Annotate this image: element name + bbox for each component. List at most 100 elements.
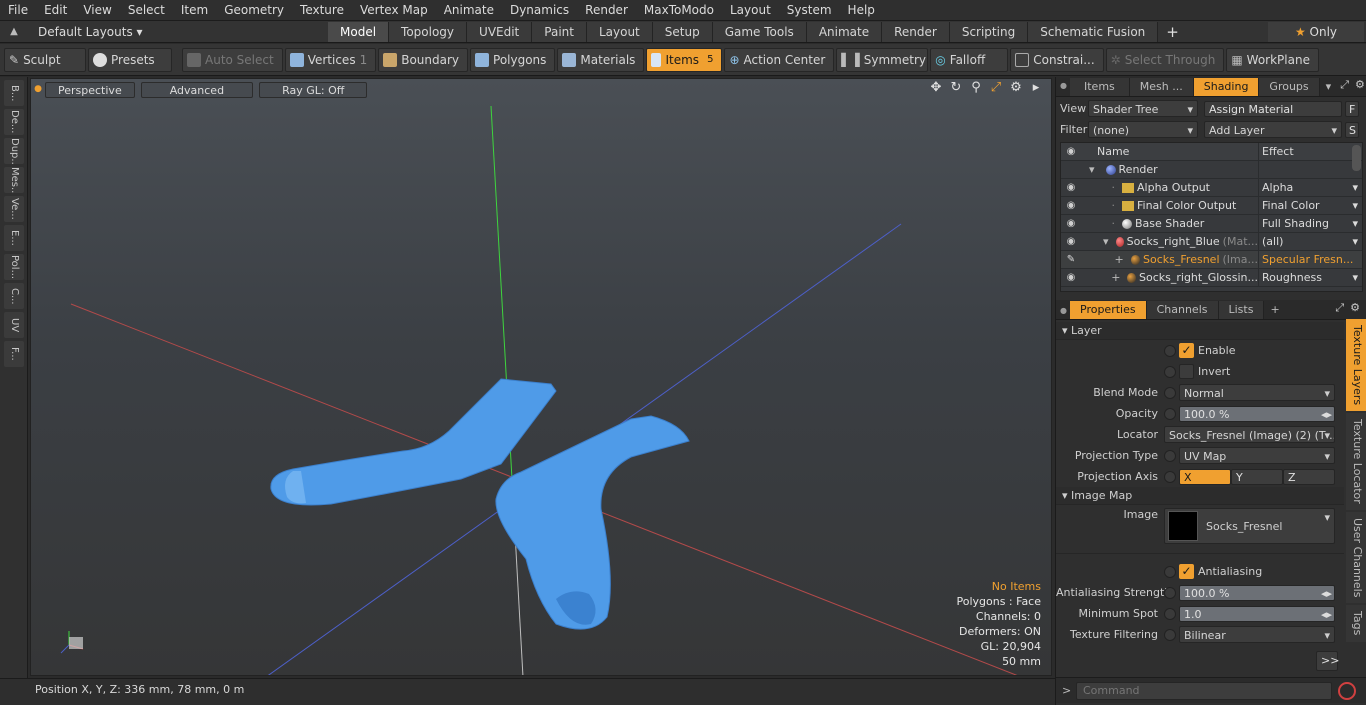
eye-icon[interactable]: ◉: [1061, 200, 1081, 211]
tab-lists[interactable]: Lists: [1218, 301, 1265, 319]
add-tab-icon[interactable]: +: [1264, 301, 1285, 319]
menu-item[interactable]: Item: [173, 0, 216, 21]
tab-topology[interactable]: Topology: [389, 21, 468, 42]
image-picker[interactable]: Socks_Fresnel ▾: [1164, 508, 1335, 544]
menu-dynamics[interactable]: Dynamics: [502, 0, 577, 21]
eye-icon[interactable]: ◉: [1061, 182, 1081, 193]
left-tab-polygon[interactable]: Pol...: [4, 254, 24, 280]
pan-icon[interactable]: ✥: [929, 81, 943, 95]
menu-render[interactable]: Render: [577, 0, 636, 21]
items-button[interactable]: Items 5: [646, 47, 723, 72]
invert-checkbox[interactable]: [1179, 364, 1194, 379]
name-column-header[interactable]: Name: [1081, 142, 1259, 161]
left-tab-fusion[interactable]: F...: [4, 341, 24, 367]
menu-texture[interactable]: Texture: [292, 0, 352, 21]
menu-select[interactable]: Select: [120, 0, 173, 21]
advanced-dropdown[interactable]: Advanced: [140, 82, 254, 98]
antialiasing-checkbox[interactable]: ✓: [1179, 564, 1194, 579]
menu-help[interactable]: Help: [840, 0, 883, 21]
eye-icon[interactable]: ◉: [1061, 218, 1081, 229]
left-tab-vertex[interactable]: Ve...: [4, 196, 24, 222]
tree-row-alpha-output[interactable]: ◉ · Alpha Output Alpha ▾: [1061, 178, 1362, 197]
paint-brush-icon[interactable]: ✎: [1061, 254, 1081, 265]
vertices-button[interactable]: Vertices 1: [284, 47, 377, 72]
locator-dropdown[interactable]: Socks_Fresnel (Image) (2) (T ...: [1164, 426, 1335, 443]
tree-row-material[interactable]: ◉ ▾ Socks_right_Blue (Mat... (all) ▾: [1061, 232, 1362, 251]
projection-axis-channel-dot[interactable]: [1164, 470, 1176, 483]
play-arrow-icon[interactable]: ▸: [1029, 81, 1043, 95]
tab-render[interactable]: Render: [882, 21, 950, 42]
menu-maxtomodo[interactable]: MaxToModo: [636, 0, 722, 21]
plus-icon[interactable]: +: [1081, 271, 1120, 284]
s-button[interactable]: S: [1345, 121, 1359, 138]
tab-texture-locator[interactable]: Texture Locator: [1346, 413, 1366, 510]
minimum-spot-channel-dot[interactable]: [1164, 607, 1176, 620]
record-icon[interactable]: [1338, 681, 1356, 700]
viewport-menu-icon[interactable]: ●: [31, 84, 45, 94]
tab-texture-layers[interactable]: Texture Layers: [1346, 319, 1366, 412]
aa-strength-channel-dot[interactable]: [1164, 586, 1176, 599]
tab-items[interactable]: Items: [1070, 78, 1130, 96]
panel-gear-icon[interactable]: ⚙: [1347, 301, 1366, 319]
eye-icon[interactable]: ◉: [1061, 272, 1081, 283]
tab-uvedit[interactable]: UVEdit: [467, 21, 533, 42]
menu-vertex-map[interactable]: Vertex Map: [352, 0, 436, 21]
left-tab-duplicate[interactable]: Dup...: [4, 138, 24, 164]
expand-panel-icon[interactable]: ⤢: [1332, 301, 1347, 319]
only-toggle[interactable]: ★ Only: [1268, 21, 1364, 42]
menu-edit[interactable]: Edit: [36, 0, 75, 21]
view-dropdown[interactable]: Shader Tree: [1088, 100, 1198, 117]
polygons-button[interactable]: Polygons: [470, 47, 556, 72]
panel-grip-icon[interactable]: ●: [1060, 81, 1067, 90]
auto-select-button[interactable]: Auto Select: [182, 47, 283, 72]
tab-setup[interactable]: Setup: [652, 21, 713, 42]
blend-mode-channel-dot[interactable]: [1164, 386, 1176, 399]
sock-right-mesh[interactable]: [495, 415, 690, 630]
tab-game-tools[interactable]: Game Tools: [712, 21, 807, 42]
opacity-field[interactable]: 100.0 % ◂▸: [1179, 405, 1335, 422]
maximize-icon[interactable]: ⤢: [989, 81, 1003, 95]
tab-scripting[interactable]: Scripting: [949, 21, 1029, 42]
expand-panel-icon[interactable]: ⤢: [1337, 78, 1352, 96]
boundary-button[interactable]: Boundary: [378, 47, 469, 72]
left-tab-edge[interactable]: E...: [4, 225, 24, 251]
materials-button[interactable]: Materials: [557, 47, 645, 72]
menu-view[interactable]: View: [75, 0, 119, 21]
expand-arrow-icon[interactable]: ▾: [1081, 235, 1109, 248]
assign-material-button[interactable]: Assign Material: [1204, 100, 1342, 117]
tab-groups[interactable]: Groups: [1259, 78, 1320, 96]
sculpt-button[interactable]: ✎ Sculpt: [4, 47, 86, 72]
panel-grip-icon[interactable]: ●: [1060, 306, 1067, 315]
minimum-spot-field[interactable]: 1.0 ◂▸: [1179, 605, 1335, 623]
glossiness-effect-dropdown[interactable]: Roughness ▾: [1259, 269, 1362, 287]
symmetry-button[interactable]: ▌▐ Symmetry: [836, 47, 929, 72]
tab-layout[interactable]: Layout: [586, 21, 653, 42]
tabs-dropdown-icon[interactable]: ▾: [1320, 78, 1338, 96]
enable-checkbox[interactable]: ✓: [1179, 343, 1194, 358]
layout-grip-icon[interactable]: ▲: [0, 26, 28, 37]
slider-arrows-icon[interactable]: ◂▸: [1321, 607, 1332, 623]
left-tab-mesh[interactable]: Mes...: [4, 167, 24, 193]
base-shader-effect-dropdown[interactable]: Full Shading ▾: [1259, 215, 1362, 233]
tree-row-final-color-output[interactable]: ◉ · Final Color Output Final Color ▾: [1061, 196, 1362, 215]
menu-animate[interactable]: Animate: [436, 0, 502, 21]
projection-type-channel-dot[interactable]: [1164, 449, 1176, 462]
enable-channel-dot[interactable]: [1164, 344, 1176, 357]
constraints-button[interactable]: Constrai...: [1010, 47, 1104, 72]
zoom-icon[interactable]: ⚲: [969, 81, 983, 95]
axis-y-button[interactable]: Y: [1231, 468, 1283, 485]
axis-z-button[interactable]: Z: [1283, 468, 1335, 485]
blend-mode-dropdown[interactable]: Normal: [1179, 384, 1335, 401]
command-input[interactable]: [1076, 681, 1332, 700]
left-tab-curve[interactable]: C...: [4, 283, 24, 309]
tab-shading[interactable]: Shading: [1193, 78, 1260, 96]
tree-row-socks-glossiness[interactable]: ◉ + Socks_right_Glossin... Roughness ▾: [1061, 268, 1362, 287]
projection-type-dropdown[interactable]: UV Map: [1179, 447, 1335, 464]
tree-scrollbar[interactable]: [1352, 145, 1361, 171]
tab-channels[interactable]: Channels: [1146, 301, 1219, 319]
opacity-channel-dot[interactable]: [1164, 407, 1176, 420]
tree-row-socks-fresnel[interactable]: ✎ + Socks_Fresnel (Ima... Specular Fresn.…: [1061, 250, 1362, 269]
left-tab-deform[interactable]: De...: [4, 109, 24, 135]
perspective-dropdown[interactable]: Perspective: [45, 82, 135, 98]
tab-tags[interactable]: Tags: [1346, 605, 1366, 642]
